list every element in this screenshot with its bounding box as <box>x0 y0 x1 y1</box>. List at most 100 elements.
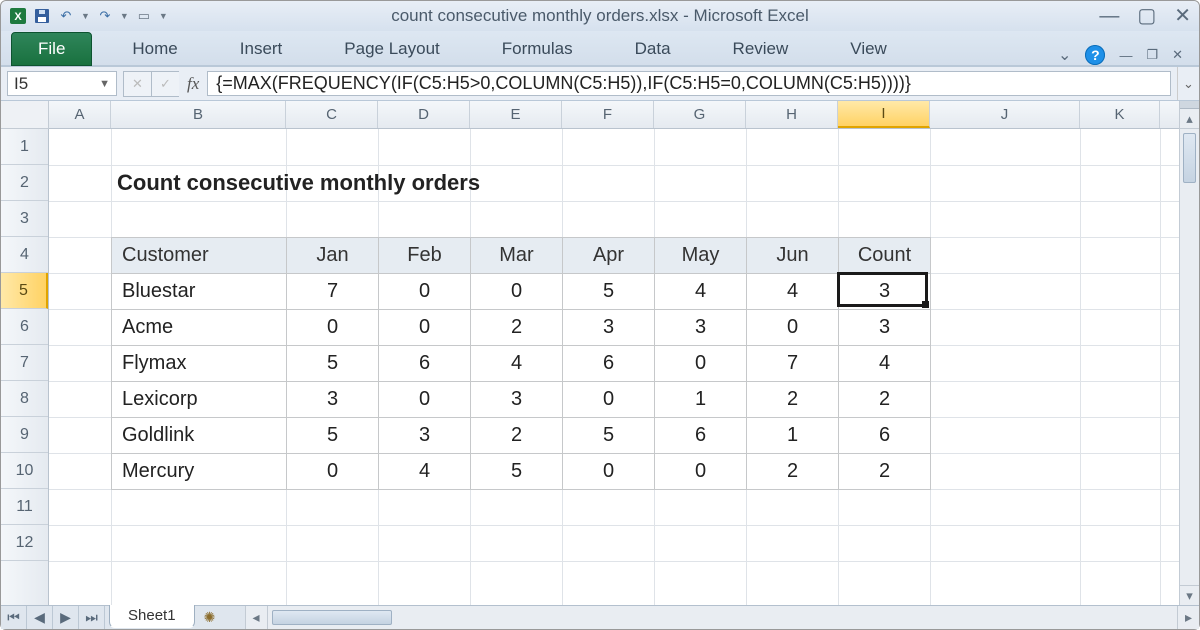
table-cell[interactable]: 0 <box>287 310 379 346</box>
table-cell[interactable]: 3 <box>379 418 471 454</box>
table-cell[interactable]: 7 <box>287 274 379 310</box>
scroll-up-icon[interactable]: ▴ <box>1180 109 1199 129</box>
table-cell[interactable]: 4 <box>379 454 471 490</box>
redo-icon[interactable]: ↷ <box>96 7 114 25</box>
workbook-restore-icon[interactable]: ❐ <box>1146 47 1158 63</box>
table-cell[interactable]: 6 <box>839 418 931 454</box>
vertical-scroll-thumb[interactable] <box>1183 133 1196 183</box>
table-cell[interactable]: 2 <box>747 454 839 490</box>
undo-icon[interactable]: ↶ <box>57 7 75 25</box>
row-header-7[interactable]: 7 <box>1 345 48 381</box>
table-cell[interactable]: 0 <box>655 454 747 490</box>
table-cell[interactable]: Bluestar <box>112 274 287 310</box>
vertical-scrollbar[interactable]: ▴ ▾ <box>1179 101 1199 605</box>
col-header-F[interactable]: F <box>562 101 654 128</box>
table-cell[interactable]: Mercury <box>112 454 287 490</box>
table-cell[interactable]: 7 <box>747 346 839 382</box>
table-cell[interactable]: 2 <box>747 382 839 418</box>
table-cell[interactable]: 5 <box>563 274 655 310</box>
table-cell[interactable]: Lexicorp <box>112 382 287 418</box>
table-cell[interactable]: 3 <box>839 310 931 346</box>
col-header-I[interactable]: I <box>838 101 930 128</box>
name-box-dropdown-icon[interactable]: ▼ <box>99 78 110 90</box>
col-header-K[interactable]: K <box>1080 101 1160 128</box>
table-header[interactable]: Feb <box>379 238 471 274</box>
row-header-10[interactable]: 10 <box>1 453 48 489</box>
table-cell[interactable]: 5 <box>471 454 563 490</box>
next-sheet-icon[interactable]: ▶ <box>53 606 79 629</box>
vertical-split-handle[interactable] <box>1180 101 1199 109</box>
table-cell[interactable]: Acme <box>112 310 287 346</box>
table-cell[interactable]: 6 <box>379 346 471 382</box>
table-header[interactable]: May <box>655 238 747 274</box>
table-cell[interactable]: 3 <box>563 310 655 346</box>
table-cell[interactable]: 2 <box>471 310 563 346</box>
new-sheet-icon[interactable]: ✺ <box>195 606 225 629</box>
tab-insert[interactable]: Insert <box>218 33 305 65</box>
col-header-J[interactable]: J <box>930 101 1080 128</box>
horizontal-scroll-thumb[interactable] <box>272 610 392 625</box>
last-sheet-icon[interactable]: ⏭ <box>79 606 105 629</box>
scroll-down-icon[interactable]: ▾ <box>1180 585 1199 605</box>
table-cell[interactable]: 3 <box>287 382 379 418</box>
row-header-12[interactable]: 12 <box>1 525 48 561</box>
table-cell[interactable]: 0 <box>563 454 655 490</box>
cells-area[interactable]: Count consecutive monthly ordersCustomer… <box>49 129 1179 605</box>
prev-sheet-icon[interactable]: ◀ <box>27 606 53 629</box>
table-header[interactable]: Customer <box>112 238 287 274</box>
enter-formula-icon[interactable]: ✓ <box>151 71 179 97</box>
table-cell[interactable]: 2 <box>471 418 563 454</box>
select-all-corner[interactable] <box>1 101 49 129</box>
close-icon[interactable]: ✕ <box>1174 6 1191 26</box>
table-cell[interactable]: 4 <box>839 346 931 382</box>
row-header-1[interactable]: 1 <box>1 129 48 165</box>
table-cell[interactable]: 4 <box>747 274 839 310</box>
qat-customize-icon[interactable]: ▼ <box>159 11 168 21</box>
table-header[interactable]: Mar <box>471 238 563 274</box>
horizontal-scrollbar[interactable]: ◂ ▸ <box>245 606 1199 629</box>
help-icon[interactable]: ? <box>1085 45 1105 65</box>
table-cell[interactable]: 0 <box>287 454 379 490</box>
table-cell[interactable]: 6 <box>655 418 747 454</box>
table-cell[interactable]: 0 <box>563 382 655 418</box>
col-header-D[interactable]: D <box>378 101 470 128</box>
row-header-9[interactable]: 9 <box>1 417 48 453</box>
table-cell[interactable]: 5 <box>287 346 379 382</box>
scroll-right-icon[interactable]: ▸ <box>1177 606 1199 629</box>
table-cell[interactable]: 3 <box>655 310 747 346</box>
table-cell[interactable]: 0 <box>379 274 471 310</box>
undo-dropdown-icon[interactable]: ▼ <box>81 11 90 21</box>
table-cell[interactable]: Goldlink <box>112 418 287 454</box>
row-header-6[interactable]: 6 <box>1 309 48 345</box>
table-cell[interactable]: 1 <box>655 382 747 418</box>
col-header-H[interactable]: H <box>746 101 838 128</box>
table-cell[interactable]: 2 <box>839 454 931 490</box>
workbook-minimize-icon[interactable]: ― <box>1119 48 1132 63</box>
row-header-2[interactable]: 2 <box>1 165 48 201</box>
col-header-B[interactable]: B <box>111 101 286 128</box>
col-header-E[interactable]: E <box>470 101 562 128</box>
first-sheet-icon[interactable]: ⏮ <box>1 606 27 629</box>
file-tab[interactable]: File <box>11 32 92 66</box>
table-cell[interactable]: 4 <box>655 274 747 310</box>
table-cell[interactable]: 0 <box>379 310 471 346</box>
tab-formulas[interactable]: Formulas <box>480 33 595 65</box>
table-cell[interactable]: 0 <box>471 274 563 310</box>
tab-home[interactable]: Home <box>110 33 199 65</box>
table-cell[interactable]: 2 <box>839 382 931 418</box>
table-cell[interactable]: 5 <box>287 418 379 454</box>
row-header-4[interactable]: 4 <box>1 237 48 273</box>
table-cell[interactable]: 3 <box>839 274 931 310</box>
col-header-C[interactable]: C <box>286 101 378 128</box>
table-header[interactable]: Jun <box>747 238 839 274</box>
worksheet-grid[interactable]: ABCDEFGHIJK 123456789101112 Count consec… <box>1 101 1199 605</box>
table-cell[interactable]: 0 <box>379 382 471 418</box>
tab-view[interactable]: View <box>828 33 909 65</box>
tab-review[interactable]: Review <box>711 33 811 65</box>
table-cell[interactable]: Flymax <box>112 346 287 382</box>
scroll-left-icon[interactable]: ◂ <box>246 606 268 629</box>
fx-icon[interactable]: fx <box>179 67 207 100</box>
tab-page-layout[interactable]: Page Layout <box>322 33 461 65</box>
ribbon-minimize-icon[interactable]: ⌄ <box>1058 45 1071 65</box>
save-icon[interactable] <box>33 7 51 25</box>
